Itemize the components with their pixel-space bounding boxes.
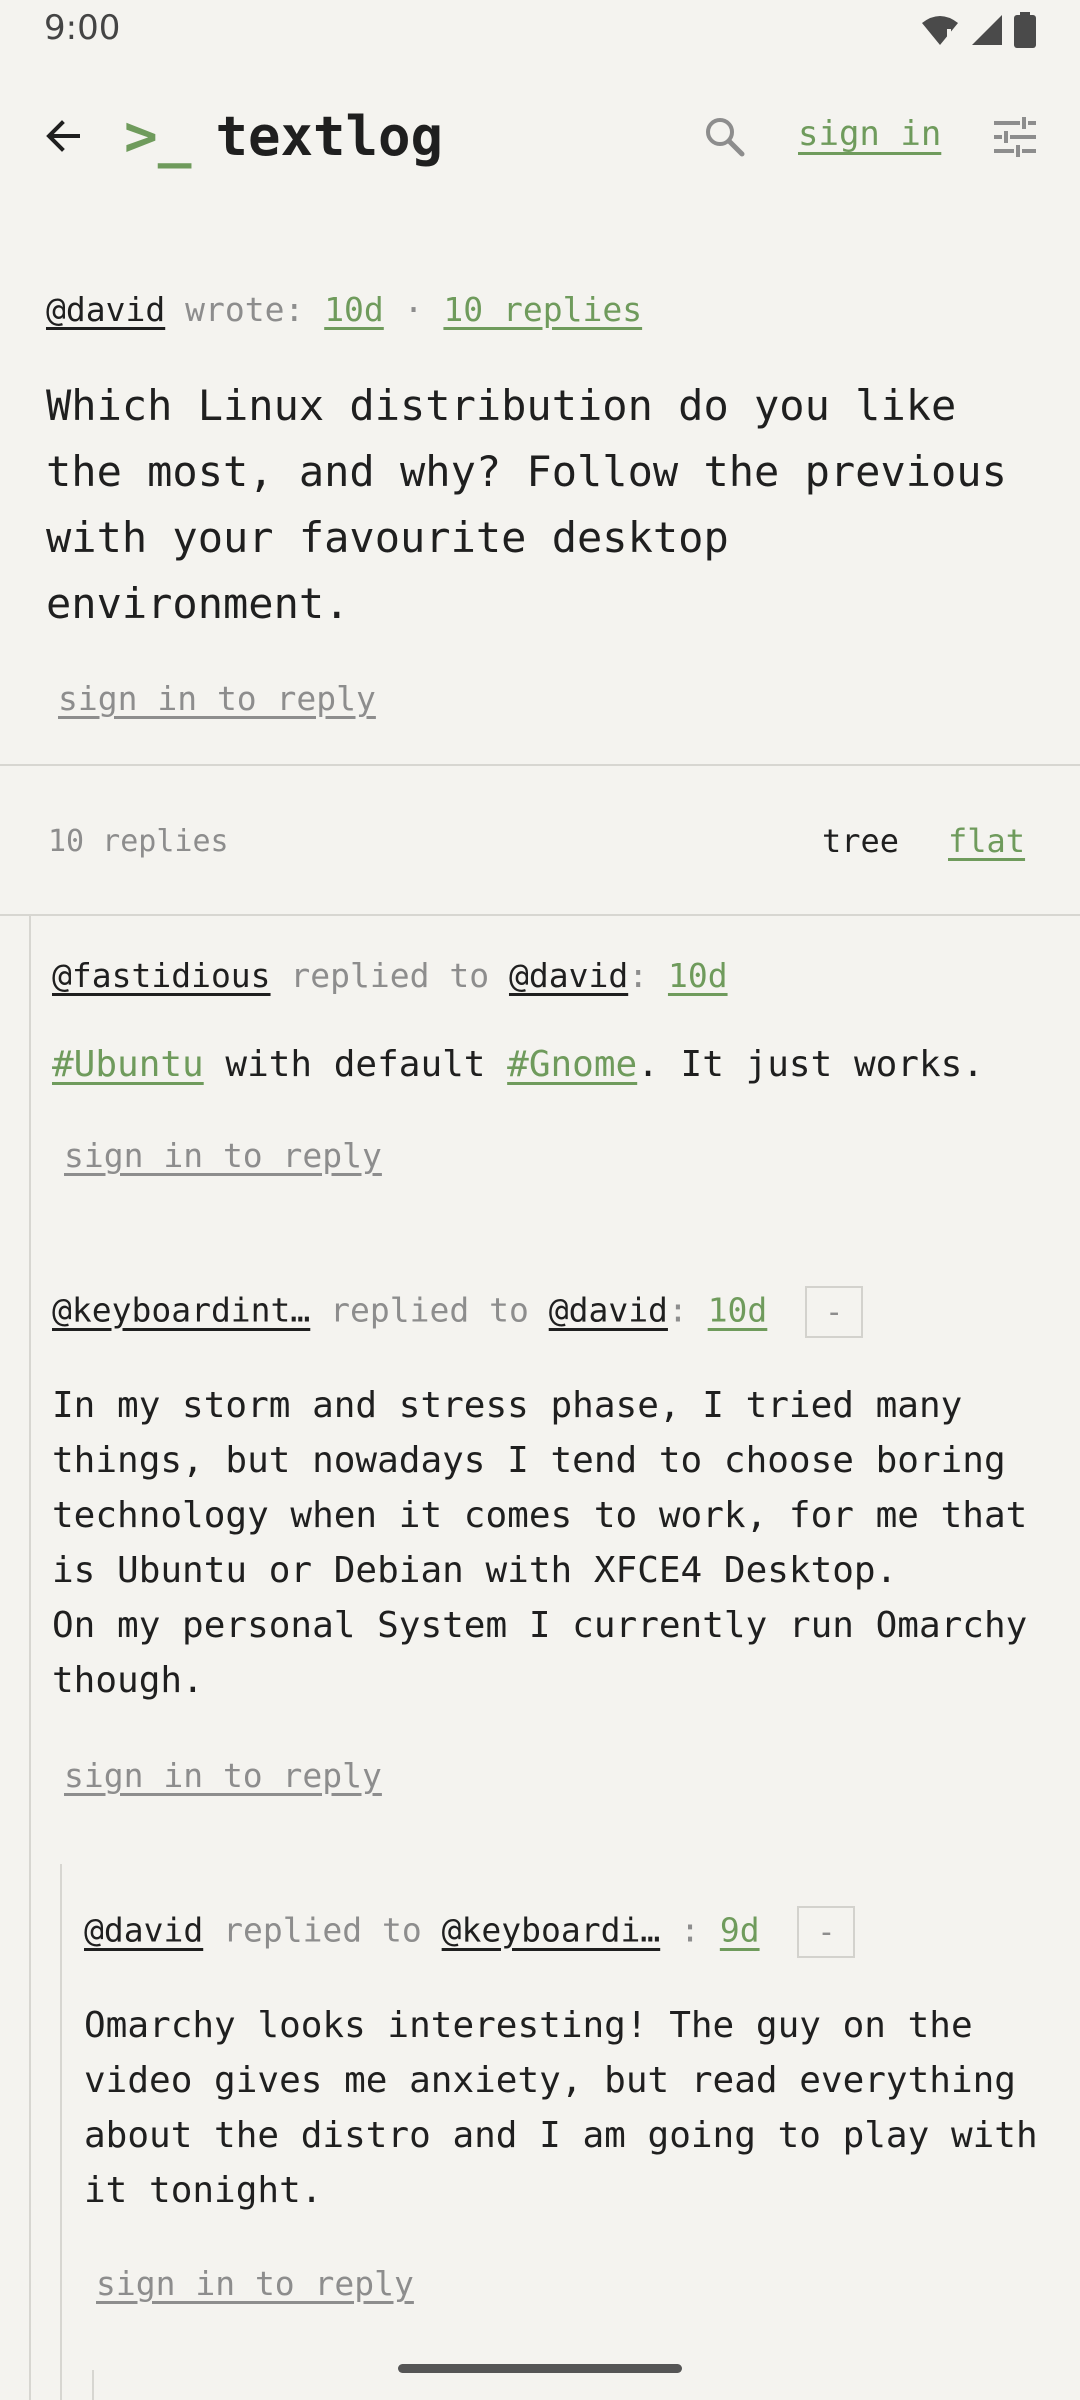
- reply-meta: @fastidious replied to @david: 10d: [52, 956, 1052, 995]
- home-indicator[interactable]: [398, 2364, 682, 2373]
- replies-count: 10 replies: [48, 824, 229, 859]
- hashtag-link[interactable]: #Gnome: [507, 1044, 637, 1085]
- post-meta: @david wrote: 10d · 10 replies: [46, 290, 1046, 329]
- signal-icon: [972, 15, 1002, 45]
- sign-in-to-reply-link[interactable]: sign in to reply: [96, 2264, 1074, 2303]
- status-bar: 9:00: [0, 0, 1080, 62]
- replied-to-label: replied to: [330, 1290, 529, 1330]
- reply-item: @fastidious replied to @david: 10d #Ubun…: [52, 956, 1052, 1175]
- wifi-icon: [922, 16, 958, 45]
- logo-prompt: >_: [124, 104, 192, 169]
- reply-body: In my storm and stress phase, I tried ma…: [52, 1385, 1028, 1701]
- status-icons: [920, 12, 1036, 48]
- reply-age-link[interactable]: 9d: [720, 1911, 760, 1950]
- reply-body-text: with default: [203, 1044, 508, 1085]
- settings-sliders-icon[interactable]: [990, 112, 1040, 162]
- app-bar: >_ textlog sign in: [0, 90, 1080, 186]
- post-author-link[interactable]: @david: [46, 290, 165, 329]
- view-flat-toggle[interactable]: flat: [948, 822, 1025, 860]
- sign-in-to-reply-link[interactable]: sign in to reply: [58, 679, 1046, 718]
- reply-target-link[interactable]: @david: [509, 956, 628, 995]
- status-time: 9:00: [44, 8, 121, 48]
- reply-author-link[interactable]: @keyboardint…: [52, 1291, 310, 1330]
- meta-separator: ·: [403, 290, 424, 329]
- thread-line-nested: [60, 1864, 62, 2400]
- reply-target-link[interactable]: @david: [549, 1291, 668, 1330]
- reply-item: @keyboardint… replied to @david: 10d - I…: [52, 1286, 1062, 1795]
- divider: [0, 914, 1080, 916]
- replies-bar: 10 replies tree flat: [0, 766, 1080, 914]
- replied-to-label: replied to: [290, 956, 490, 995]
- reply-meta: @david replied to @keyboardi… : 9d -: [84, 1906, 1074, 1958]
- collapse-button[interactable]: -: [797, 1906, 856, 1958]
- reply-body: Omarchy looks interesting! The guy on th…: [84, 2005, 1038, 2211]
- original-post: @david wrote: 10d · 10 replies Which Lin…: [46, 290, 1046, 718]
- reply-age-link[interactable]: 10d: [668, 956, 728, 995]
- reply-target-link[interactable]: @keyboardi…: [442, 1911, 661, 1950]
- reply-body-text: . It just works.: [637, 1044, 984, 1085]
- app-logo[interactable]: >_ textlog: [124, 104, 443, 169]
- meta-colon: :: [628, 956, 649, 995]
- search-icon[interactable]: [700, 112, 748, 160]
- reply-age-link[interactable]: 10d: [708, 1291, 768, 1330]
- reply-item-nested: @david replied to @keyboardi… : 9d - Oma…: [84, 1906, 1074, 2303]
- sign-in-to-reply-link[interactable]: sign in to reply: [64, 1756, 1062, 1795]
- reply-author-link[interactable]: @fastidious: [52, 956, 271, 995]
- reply-author-link[interactable]: @david: [84, 1911, 203, 1950]
- thread-line: [29, 916, 31, 2400]
- thread-line-nested-2: [92, 2370, 94, 2400]
- post-body: Which Linux distribution do you like the…: [46, 381, 1007, 628]
- logo-name: textlog: [215, 105, 444, 168]
- collapse-button[interactable]: -: [805, 1286, 864, 1338]
- post-replies-link[interactable]: 10 replies: [443, 290, 642, 329]
- view-tree-toggle[interactable]: tree: [822, 822, 899, 860]
- battery-icon: [1014, 12, 1036, 48]
- meta-colon: :: [660, 1910, 700, 1950]
- sign-in-to-reply-link[interactable]: sign in to reply: [64, 1136, 1052, 1175]
- hashtag-link[interactable]: #Ubuntu: [52, 1044, 204, 1085]
- reply-body: #Ubuntu with default #Gnome. It just wor…: [52, 1037, 1052, 1092]
- meta-colon: :: [667, 1290, 688, 1330]
- post-wrote-label: wrote:: [185, 290, 305, 329]
- reply-meta: @keyboardint… replied to @david: 10d -: [52, 1286, 1062, 1338]
- replied-to-label: replied to: [223, 1910, 422, 1950]
- sign-in-link[interactable]: sign in: [798, 114, 941, 154]
- post-age-link[interactable]: 10d: [324, 290, 384, 329]
- back-arrow-icon[interactable]: [40, 112, 88, 160]
